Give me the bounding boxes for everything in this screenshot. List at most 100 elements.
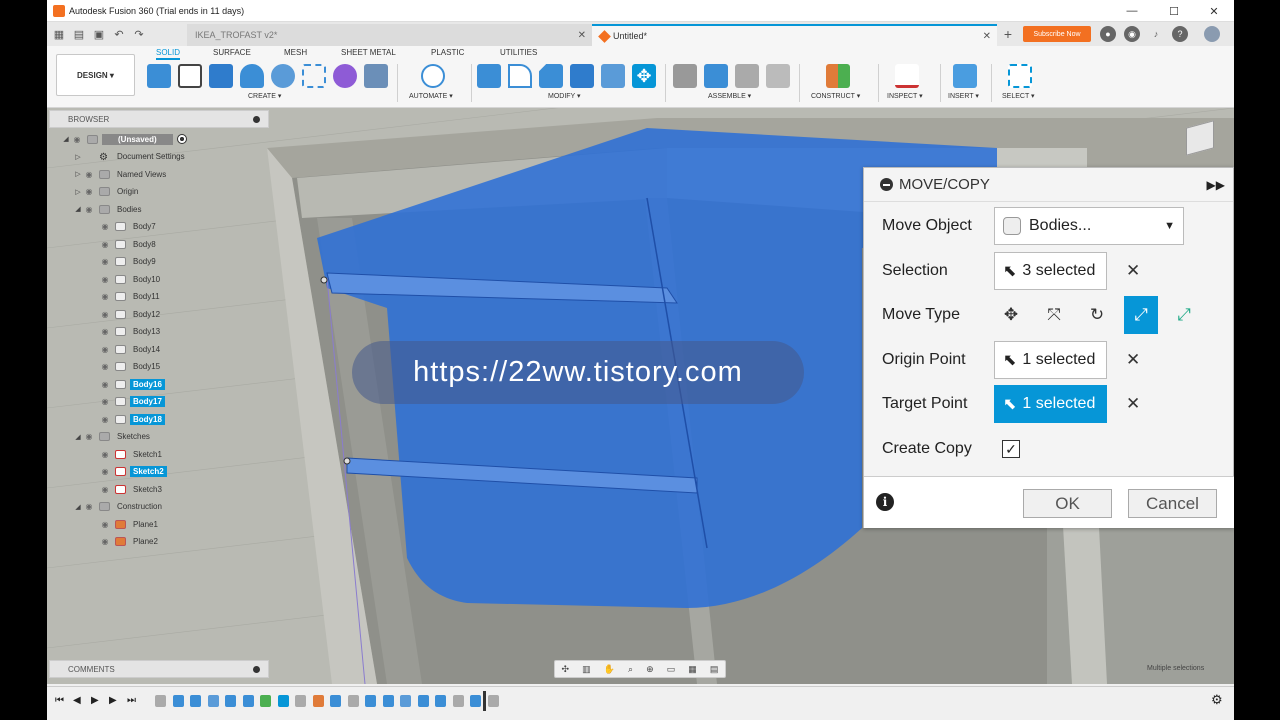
new-component-icon[interactable] xyxy=(147,64,171,88)
timeline-feature-icon[interactable] xyxy=(452,695,464,707)
tab-ikea-trofast[interactable]: IKEA_TROFAST v2* ✕ xyxy=(187,24,592,46)
fit-icon[interactable]: ⊕ xyxy=(646,664,654,675)
info-icon[interactable]: i xyxy=(876,493,894,511)
subscribe-button[interactable]: Subscribe Now xyxy=(1023,26,1091,42)
rotate-icon[interactable]: ↻ xyxy=(1080,296,1114,334)
job-status-icon[interactable]: ◉ xyxy=(1124,26,1140,42)
tab-close-icon[interactable]: ✕ xyxy=(578,30,586,41)
browser-row[interactable]: ◉ Body18 xyxy=(99,411,165,427)
redo-icon[interactable]: ↷ xyxy=(129,24,149,44)
browser-row[interactable]: ◉ Body10 xyxy=(99,271,163,287)
timeline-feature-icon[interactable] xyxy=(312,695,324,707)
ok-button[interactable]: OK xyxy=(1023,489,1112,518)
select-menu[interactable]: SELECT ▾ xyxy=(1002,92,1035,100)
timeline-feature-icon[interactable] xyxy=(487,695,499,707)
visibility-eye-icon[interactable]: ◉ xyxy=(99,222,111,231)
tab-close-icon[interactable]: ✕ xyxy=(983,31,991,42)
automate-menu[interactable]: AUTOMATE ▾ xyxy=(409,92,453,100)
visibility-eye-icon[interactable]: ◉ xyxy=(83,205,95,214)
browser-row[interactable]: ◉ Body13 xyxy=(99,324,163,340)
visibility-eye-icon[interactable]: ◉ xyxy=(99,327,111,336)
hole-icon[interactable] xyxy=(271,64,295,88)
expanded-triangle-icon[interactable]: ◢ xyxy=(61,135,71,143)
go-to-end-icon[interactable]: ⏭ xyxy=(127,695,136,706)
visibility-eye-icon[interactable]: ◉ xyxy=(99,537,111,546)
go-to-start-icon[interactable]: ⏮ xyxy=(55,695,64,706)
avatar[interactable] xyxy=(1204,26,1220,42)
collapse-icon[interactable] xyxy=(253,115,260,123)
timeline-feature-icon[interactable] xyxy=(207,695,219,707)
visibility-eye-icon[interactable]: ◉ xyxy=(99,397,111,406)
add-comment-icon[interactable] xyxy=(253,665,260,673)
browser-row[interactable]: ▷ ⚙ Document Settings xyxy=(73,149,188,165)
collapsed-triangle-icon[interactable]: ▷ xyxy=(73,188,83,196)
save-icon[interactable]: ▣ xyxy=(89,24,109,44)
visibility-eye-icon[interactable]: ◉ xyxy=(99,362,111,371)
selection-field[interactable]: ⬉ 3 selected xyxy=(994,252,1107,290)
visibility-eye-icon[interactable]: ◉ xyxy=(71,135,83,144)
file-menu-icon[interactable]: ▤ xyxy=(69,24,89,44)
browser-row[interactable]: ◢ ◉ Sketches xyxy=(73,429,153,445)
visibility-eye-icon[interactable]: ◉ xyxy=(83,432,95,441)
visibility-eye-icon[interactable]: ◉ xyxy=(99,450,111,459)
pattern-icon[interactable] xyxy=(302,64,326,88)
expand-dialog-icon[interactable]: ▶▶ xyxy=(1207,178,1225,192)
browser-row[interactable]: ◢ ◉ Bodies xyxy=(73,201,144,217)
expanded-triangle-icon[interactable]: ◢ xyxy=(73,205,83,213)
browser-row[interactable]: ◉ Sketch2 xyxy=(99,464,167,480)
undo-icon[interactable]: ↶ xyxy=(109,24,129,44)
timeline-feature-icon[interactable] xyxy=(295,695,306,707)
visibility-eye-icon[interactable]: ◉ xyxy=(99,275,111,284)
zoom-icon[interactable]: ⌕ xyxy=(628,664,633,675)
press-pull-icon[interactable] xyxy=(477,64,501,88)
look-at-icon[interactable]: ▥ xyxy=(582,664,591,675)
visibility-eye-icon[interactable]: ◉ xyxy=(99,292,111,301)
browser-row[interactable]: ▷ ◉ Origin xyxy=(73,184,141,200)
translate-icon[interactable]: ⤧ xyxy=(1037,296,1071,334)
clear-selection-icon[interactable]: ✕ xyxy=(1126,252,1140,290)
orbit-icon[interactable]: ✣ xyxy=(562,664,570,675)
point-to-point-icon[interactable]: ⤢ xyxy=(1124,296,1158,334)
visibility-eye-icon[interactable]: ◉ xyxy=(99,485,111,494)
grid-settings-icon[interactable]: ▦ xyxy=(688,664,697,675)
tab-surface[interactable]: SURFACE xyxy=(213,48,251,57)
display-settings-icon[interactable]: ▭ xyxy=(667,664,676,675)
minimize-button[interactable]: — xyxy=(1112,0,1152,22)
tab-sheet-metal[interactable]: SHEET METAL xyxy=(341,48,396,57)
free-move-icon[interactable]: ✥ xyxy=(994,296,1028,334)
joint-icon[interactable] xyxy=(673,64,697,88)
visibility-eye-icon[interactable]: ◉ xyxy=(83,170,95,179)
browser-row[interactable]: ◉ Plane2 xyxy=(99,534,161,550)
notifications-icon[interactable]: ♪ xyxy=(1148,26,1164,42)
combine-icon[interactable] xyxy=(601,64,625,88)
help-icon[interactable]: ? xyxy=(1172,26,1188,42)
browser-row[interactable]: ◉ Body8 xyxy=(99,236,159,252)
visibility-eye-icon[interactable]: ◉ xyxy=(99,520,111,529)
create-sketch-icon[interactable] xyxy=(178,64,202,88)
timeline-feature-icon[interactable] xyxy=(172,695,184,707)
timeline-feature-icon[interactable] xyxy=(435,695,446,707)
tab-solid[interactable]: SOLID xyxy=(156,48,181,60)
browser-row[interactable]: ◢ ◉ (Unsaved) xyxy=(61,131,187,147)
modify-menu[interactable]: MODIFY ▾ xyxy=(548,92,581,100)
tab-untitled[interactable]: Untitled* ✕ xyxy=(592,24,997,46)
timeline-feature-icon[interactable] xyxy=(190,695,201,707)
expanded-triangle-icon[interactable]: ◢ xyxy=(73,503,83,511)
select-icon[interactable] xyxy=(1008,64,1032,88)
settings-gear-icon[interactable]: ⚙ xyxy=(1211,692,1223,708)
timeline-feature-icon[interactable] xyxy=(400,695,411,707)
extensions-icon[interactable]: ● xyxy=(1100,26,1116,42)
browser-row[interactable]: ◉ Body14 xyxy=(99,341,163,357)
new-component-assemble-icon[interactable] xyxy=(704,64,728,88)
comments-panel[interactable]: COMMENTS xyxy=(49,660,269,678)
grid-menu-icon[interactable]: ▦ xyxy=(49,24,69,44)
fillet-icon[interactable] xyxy=(508,64,532,88)
visibility-eye-icon[interactable]: ◉ xyxy=(99,240,111,249)
play-icon[interactable]: ▶ xyxy=(91,695,99,706)
browser-row[interactable]: ◉ Sketch1 xyxy=(99,446,165,462)
timeline-feature-icon[interactable] xyxy=(330,695,341,707)
cancel-button[interactable]: Cancel xyxy=(1128,489,1217,518)
collapse-dialog-icon[interactable] xyxy=(880,178,893,191)
timeline-feature-icon[interactable] xyxy=(417,695,429,707)
visibility-eye-icon[interactable]: ◉ xyxy=(99,257,111,266)
